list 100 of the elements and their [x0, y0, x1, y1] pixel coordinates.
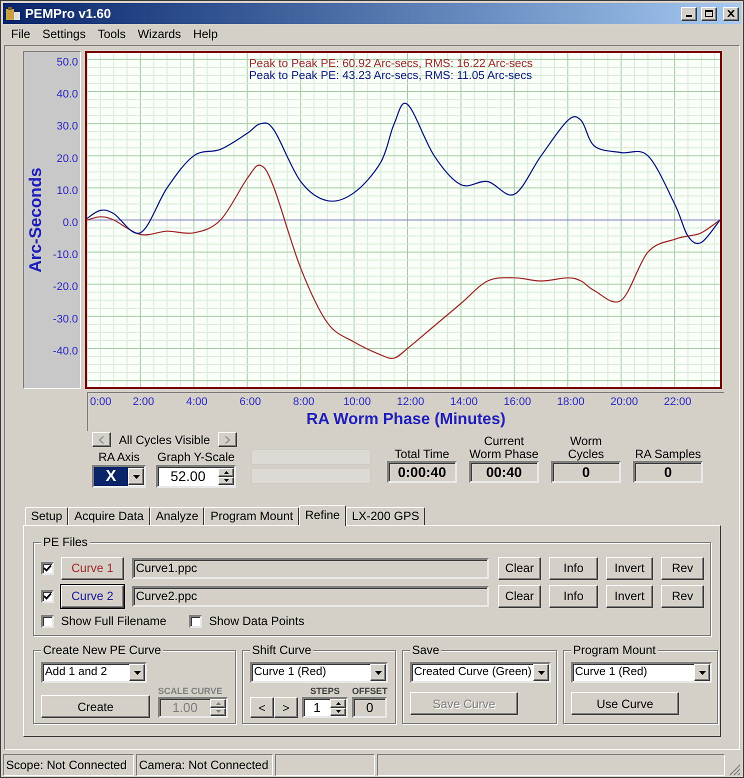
peak-stats-text: Peak to Peak PE: 60.92 Arc-secs, RMS: 16.22 Arc-secs [249, 58, 533, 70]
menu-item[interactable]: Settings [36, 24, 92, 42]
resize-grip-icon [727, 762, 741, 776]
action-button[interactable]: Rev [661, 556, 704, 580]
readout-value: 0 [551, 461, 621, 483]
action-button[interactable]: Clear [498, 556, 541, 580]
use-curve-button[interactable]: Use Curve [571, 692, 679, 715]
action-button[interactable]: Rev [661, 584, 704, 608]
status-pane: Camera: Not Connected [136, 754, 273, 776]
y-tick-label: 40.0 [56, 88, 78, 101]
y-tick-label: 30.0 [56, 120, 78, 133]
minimize-button[interactable] [681, 6, 697, 20]
checkbox-label: Show Data Points [209, 613, 304, 630]
readout-value: 0 [633, 461, 703, 483]
dropdown-button[interactable] [694, 664, 710, 681]
dropdown-button[interactable] [370, 664, 386, 681]
field-label: Graph Y-Scale [157, 449, 235, 465]
x-tick-label: 18:00 [557, 396, 585, 408]
field-label: RA Axis [98, 449, 140, 465]
app-icon [5, 6, 21, 22]
readout-label: Current Worm Phase [469, 433, 539, 461]
y-tick-label: 0.0 [62, 217, 78, 229]
dropdown-field[interactable]: Curve 1 (Red) [571, 662, 712, 683]
status-pane: Scope: Not Connected [3, 754, 134, 776]
action-button[interactable]: Info [549, 584, 598, 608]
maximize-button[interactable] [701, 6, 717, 20]
file-name-field: Curve2.ppc [132, 586, 489, 606]
field-label: OFFSET [352, 686, 388, 697]
close-icon [727, 10, 735, 17]
field-label: STEPS [310, 686, 340, 697]
x-tick-label: 14:00 [450, 396, 478, 408]
tab[interactable]: Program Mount [204, 507, 300, 525]
y-scale-field[interactable]: 52.00 [156, 465, 236, 488]
dropdown-field[interactable]: Add 1 and 2 [41, 662, 147, 683]
shift-left-button[interactable]: < [250, 697, 274, 718]
x-tick-label: 10:00 [343, 396, 371, 408]
caret-icon [132, 474, 140, 478]
create-button[interactable]: Create [41, 695, 150, 718]
tab[interactable]: Setup [25, 507, 68, 525]
peak-stats-text: Peak to Peak PE: 43.23 Arc-secs, RMS: 11.05 Arc-secs [249, 70, 532, 82]
menu-item[interactable]: Help [187, 24, 224, 42]
x-tick-label: 16:00 [504, 396, 532, 408]
action-button[interactable]: Invert [606, 584, 653, 608]
next-cycle-button[interactable] [218, 432, 237, 447]
dropdown-button[interactable] [129, 664, 145, 681]
y-axis-label: Arc-Seconds [26, 168, 45, 272]
y-tick-label: 20.0 [56, 152, 78, 165]
tab[interactable]: Refine [299, 505, 346, 526]
action-button[interactable]: Info [549, 556, 598, 580]
action-button[interactable]: Clear [498, 584, 541, 608]
ra-axis-dropdown[interactable]: X [92, 465, 146, 488]
cycle-label: All Cycles Visible [118, 432, 212, 448]
y-tick-label: 10.0 [56, 184, 78, 197]
caret-icon [698, 670, 706, 674]
checkbox-label: Show Full Filename [61, 613, 166, 630]
checkbox[interactable] [41, 590, 54, 602]
curve-button[interactable]: Curve 1 [61, 556, 124, 580]
checkbox[interactable] [41, 562, 54, 574]
readout-label: Worm Cycles [566, 433, 605, 461]
steps-field[interactable]: 1 [302, 697, 348, 718]
dropdown-field[interactable]: Curve 1 (Red) [250, 662, 388, 683]
readout-label: Total Time [394, 446, 450, 461]
checkbox[interactable] [41, 614, 54, 628]
dropdown-field[interactable]: Created Curve (Green) [410, 662, 551, 683]
close-button[interactable] [723, 6, 739, 20]
dropdown-button[interactable] [533, 664, 549, 681]
x-axis-label: RA Worm Phase (Minutes) [306, 410, 506, 430]
menu-item[interactable]: File [5, 24, 36, 42]
tab[interactable]: Analyze [150, 507, 204, 525]
maximize-icon [705, 10, 713, 17]
spin-buttons[interactable] [218, 468, 234, 485]
previous-cycle-button[interactable] [92, 432, 111, 447]
y-tick-label: -10.0 [52, 249, 78, 262]
tab[interactable]: LX-200 GPS [346, 507, 426, 525]
menu-item[interactable]: Wizards [132, 24, 188, 42]
chevron-right-icon [225, 436, 230, 444]
x-tick-label: 4:00 [186, 396, 208, 408]
shift-right-button[interactable]: > [274, 697, 298, 718]
readout-value: 00:40 [469, 461, 539, 483]
y-tick-label: 50.0 [56, 56, 78, 68]
action-button[interactable]: Invert [606, 556, 653, 580]
y-tick-label: -40.0 [52, 345, 78, 358]
spin-buttons[interactable] [330, 699, 346, 716]
x-tick-label: 20:00 [610, 396, 638, 408]
chevron-left-icon [99, 436, 104, 444]
readout-label: RA Samples [634, 446, 702, 461]
readout-value: 0:00:40 [387, 461, 457, 483]
caret-icon [374, 670, 382, 674]
caret-icon [538, 670, 544, 674]
tab[interactable]: Acquire Data [68, 507, 150, 525]
x-tick-label: 22:00 [664, 396, 692, 408]
dropdown-button[interactable] [128, 468, 144, 485]
menu-item[interactable]: Tools [92, 24, 132, 42]
x-tick-label: 2:00 [132, 396, 154, 408]
x-tick-label: 0:00 [90, 396, 112, 408]
curve-button[interactable]: Curve 2 [61, 584, 124, 608]
y-tick-label: -20.0 [52, 281, 78, 294]
x-tick-label: 6:00 [240, 396, 261, 408]
offset-field: 0 [352, 697, 388, 718]
checkbox[interactable] [189, 614, 202, 628]
